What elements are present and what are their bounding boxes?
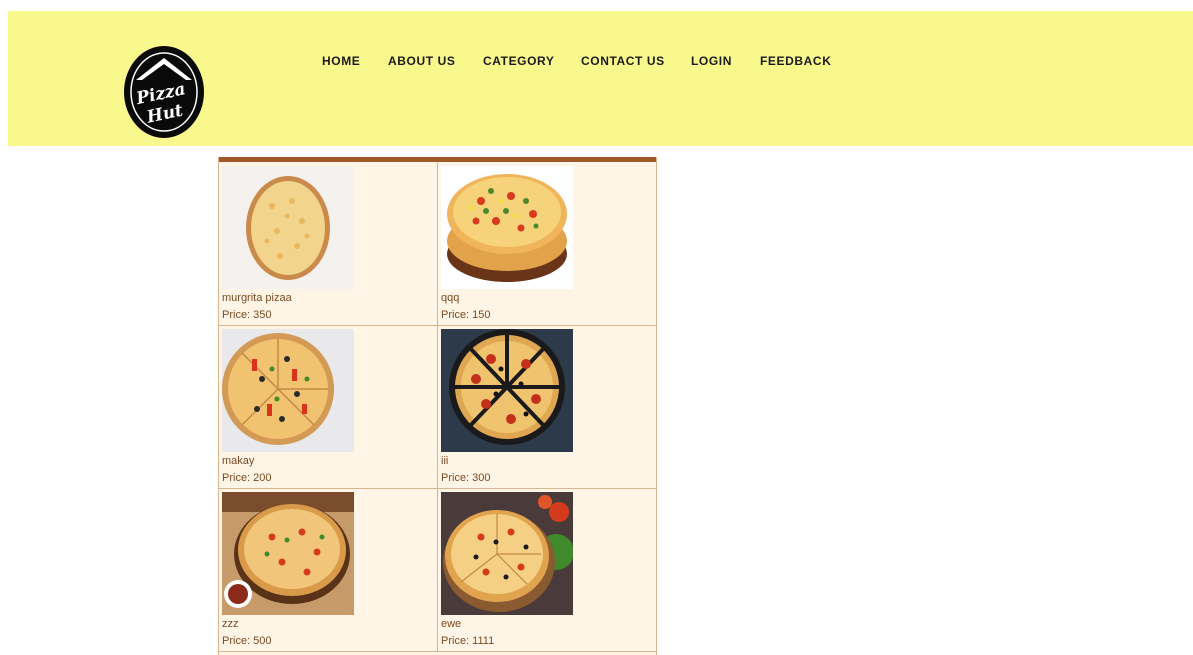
product-card: murgrita pizaa Price: 350 bbox=[219, 162, 438, 326]
nav-about-us[interactable]: ABOUT US bbox=[388, 54, 455, 68]
product-price: Price: 300 bbox=[441, 472, 491, 484]
sliced-veggie-pizza-image[interactable] bbox=[222, 329, 354, 452]
nav-category[interactable]: CATEGORY bbox=[483, 54, 554, 68]
product-card: zzz Price: 500 bbox=[219, 489, 438, 652]
pizza-hut-logo[interactable]: Pizza Hut bbox=[122, 44, 206, 140]
product-card: qqq Price: 150 bbox=[438, 162, 656, 326]
product-name: makay bbox=[222, 455, 255, 467]
nav-feedback[interactable]: FEEDBACK bbox=[760, 54, 831, 68]
product-price: Price: 350 bbox=[222, 309, 272, 321]
product-card: iii Price: 300 bbox=[438, 326, 656, 489]
pepperoni-olive-pizza-image[interactable] bbox=[441, 329, 573, 452]
nav-contact-us[interactable]: CONTACT US bbox=[581, 54, 665, 68]
product-price: Price: 1111 bbox=[441, 635, 495, 647]
product-price: Price: 200 bbox=[222, 472, 272, 484]
product-price: Price: 500 bbox=[222, 635, 272, 647]
nav-login[interactable]: LOGIN bbox=[691, 54, 732, 68]
product-name: qqq bbox=[441, 292, 460, 304]
site-header: Pizza Hut HOME ABOUT US CATEGORY CONTACT… bbox=[8, 11, 1193, 146]
product-card: makay Price: 200 bbox=[219, 326, 438, 489]
product-price: Price: 150 bbox=[441, 309, 491, 321]
product-catalog: murgrita pizaa Price: 350 qqq Price: 150 bbox=[218, 157, 657, 655]
product-name: murgrita pizaa bbox=[222, 292, 292, 304]
cheese-pizza-image[interactable] bbox=[222, 166, 354, 289]
product-card: ewe Price: 1111 bbox=[438, 489, 656, 652]
product-name: iii bbox=[441, 455, 449, 467]
veggie-pan-pizza-image[interactable] bbox=[441, 166, 573, 289]
product-name: zzz bbox=[222, 618, 239, 630]
product-name: ewe bbox=[441, 618, 462, 630]
nav-home[interactable]: HOME bbox=[322, 54, 360, 68]
pizza-with-sauce-image[interactable] bbox=[222, 492, 354, 615]
pizza-with-vegetables-image[interactable] bbox=[441, 492, 573, 615]
